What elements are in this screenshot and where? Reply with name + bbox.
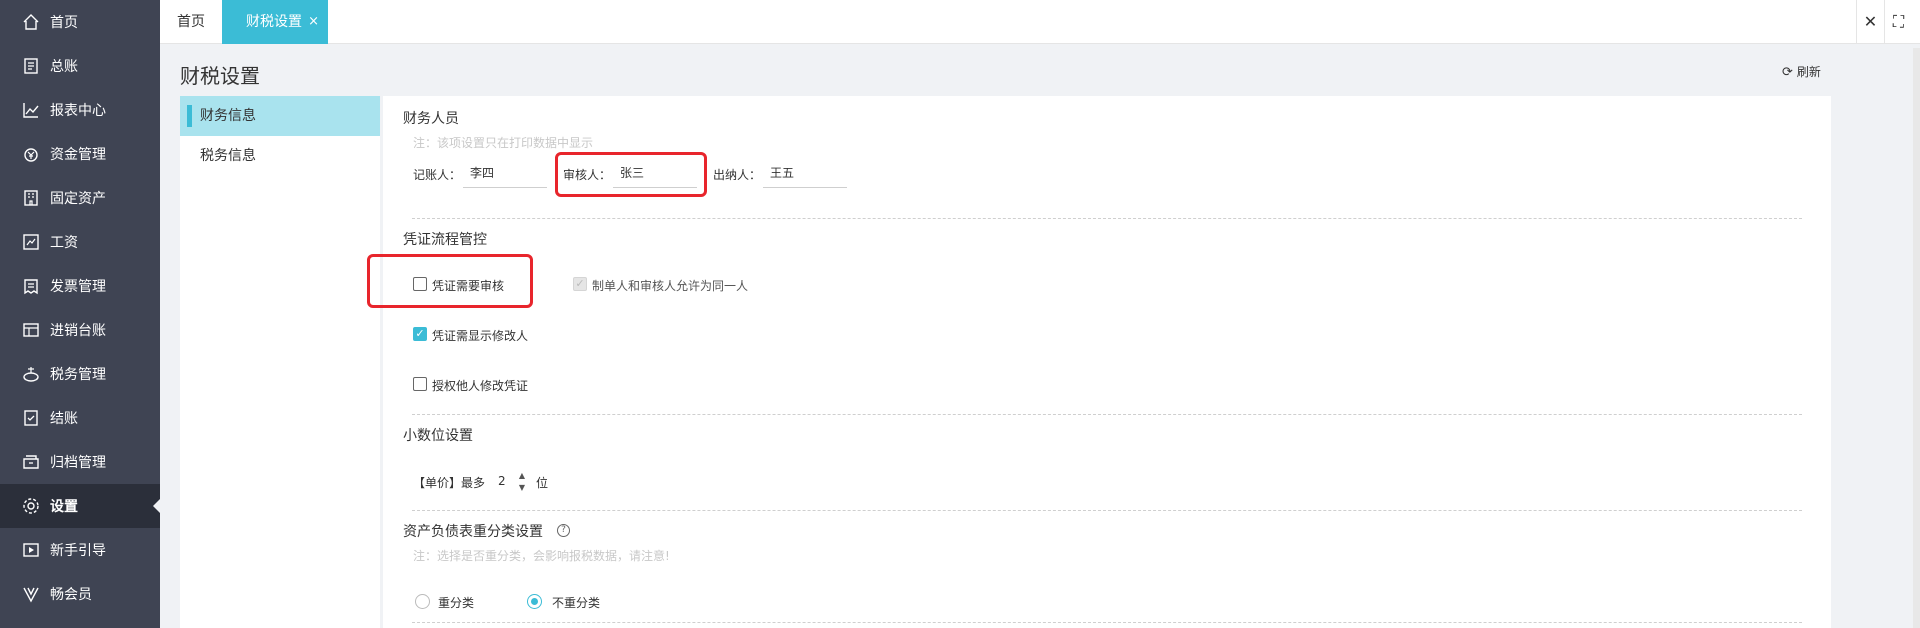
increment-icon[interactable]: ▲: [516, 470, 528, 482]
sidebar-item-label: 资金管理: [50, 147, 106, 163]
decimal-stepper[interactable]: 2 ▲ ▼: [490, 468, 532, 496]
sidebar-item-label: 总账: [50, 59, 78, 75]
tab-label: 财税设置: [246, 14, 302, 30]
no-reclass-radio[interactable]: [527, 594, 542, 609]
sidebar-item-salary[interactable]: 工资: [0, 220, 160, 264]
sidebar-item-funds[interactable]: 资金管理: [0, 132, 160, 176]
settings-subnav: 财务信息 税务信息: [180, 96, 380, 628]
sidebar-item-label: 畅会员: [50, 587, 92, 603]
close-tab-icon[interactable]: ×: [308, 0, 319, 44]
sidebar-item-label: 工资: [50, 235, 78, 251]
sidebar-item-guide[interactable]: 新手引导: [0, 528, 160, 572]
tab-home[interactable]: 首页: [160, 0, 222, 44]
page-title: 财税设置: [180, 64, 260, 88]
sidebar-item-fixed-assets[interactable]: 固定资产: [0, 176, 160, 220]
show-modifier-label: 凭证需显示修改人: [432, 329, 529, 343]
chart-icon: [23, 103, 39, 118]
salary-icon: [23, 234, 39, 250]
sidebar-item-invoices[interactable]: 发票管理: [0, 264, 160, 308]
tax-icon: [23, 367, 39, 382]
show-modifier-checkbox[interactable]: ✓: [413, 327, 427, 341]
reclass-radio-label: 重分类: [438, 596, 475, 610]
no-reclass-radio-label: 不重分类: [552, 596, 601, 610]
sidebar-item-label: 设置: [50, 499, 78, 515]
sidebar-item-home[interactable]: 首页: [0, 0, 160, 44]
decrement-icon[interactable]: ▼: [516, 482, 528, 494]
sidebar-item-label: 发票管理: [50, 279, 106, 295]
voucher-flow-title: 凭证流程管控: [403, 232, 487, 248]
sidebar-item-vip[interactable]: 畅会员: [0, 572, 160, 616]
checkout-icon: [24, 410, 38, 426]
sidebar-item-label: 首页: [50, 15, 78, 31]
decimal-suffix: 位: [536, 476, 549, 490]
bookkeeper-field[interactable]: [463, 158, 547, 188]
fullscreen-icon[interactable]: ⛶: [1884, 0, 1912, 44]
section-divider: [412, 510, 1802, 511]
sidebar-item-settings[interactable]: 设置: [0, 484, 160, 528]
finance-staff-title: 财务人员: [403, 111, 459, 127]
refresh-button[interactable]: ⟳ 刷新: [1782, 63, 1821, 80]
same-person-label: 制单人和审核人允许为同一人: [592, 279, 749, 293]
sidebar-item-label: 归档管理: [50, 455, 106, 471]
decimal-title: 小数位设置: [403, 428, 473, 444]
tab-tax-settings[interactable]: 财税设置 ×: [222, 0, 328, 44]
sidebar-item-label: 新手引导: [50, 543, 106, 559]
vip-icon: [23, 587, 39, 603]
subnav-item-finance-info[interactable]: 财务信息: [180, 96, 380, 136]
bookkeeper-label: 记账人：: [413, 168, 462, 182]
authorize-edit-label: 授权他人修改凭证: [432, 379, 529, 393]
home-icon: [23, 14, 39, 30]
sidebar: 首页 总账 报表中心 资金管理 固定资产 工资 发票管理 进销台账 税务管理 结…: [0, 0, 160, 628]
highlight-box-review: [367, 254, 533, 308]
authorize-edit-checkbox[interactable]: [413, 377, 427, 391]
gear-icon: [23, 498, 39, 514]
subnav-item-tax-info[interactable]: 税务信息: [180, 136, 380, 176]
cashier-label: 出纳人：: [713, 168, 762, 182]
sidebar-item-label: 结账: [50, 411, 78, 427]
same-person-checkbox[interactable]: ✓: [573, 277, 587, 291]
building-icon: [24, 190, 38, 206]
sidebar-item-checkout[interactable]: 结账: [0, 396, 160, 440]
section-divider: [412, 622, 1802, 623]
sidebar-item-archive[interactable]: 归档管理: [0, 440, 160, 484]
section-divider: [412, 414, 1802, 415]
invoice-icon: [24, 279, 38, 295]
sidebar-item-label: 报表中心: [50, 103, 106, 119]
sidebar-item-label: 税务管理: [50, 367, 106, 383]
close-all-icon[interactable]: ✕: [1856, 0, 1884, 44]
sidebar-item-ledger[interactable]: 总账: [0, 44, 160, 88]
sidebar-item-reports[interactable]: 报表中心: [0, 88, 160, 132]
decimal-value: 2: [498, 474, 506, 488]
decimal-prefix: 【单价】最多: [413, 476, 486, 490]
money-icon: [24, 148, 38, 162]
vertical-scrollbar[interactable]: [1913, 48, 1920, 628]
finance-staff-note: 注：该项设置只在打印数据中显示: [413, 136, 594, 150]
highlight-box-reviewer: [555, 152, 707, 197]
refresh-icon: ⟳: [1782, 65, 1793, 80]
archive-icon: [23, 455, 39, 469]
sidebar-item-label: 进销台账: [50, 323, 106, 339]
tab-bar: 首页 财税设置 × ✕ ⛶: [160, 0, 1920, 44]
sidebar-item-label: 固定资产: [50, 191, 106, 207]
help-icon[interactable]: ?: [557, 524, 570, 537]
sidebar-item-inventory[interactable]: 进销台账: [0, 308, 160, 352]
ledger-icon: [24, 58, 38, 74]
inventory-icon: [23, 323, 39, 337]
sidebar-item-tax[interactable]: 税务管理: [0, 352, 160, 396]
reclass-note: 注：选择是否重分类，会影响报税数据，请注意!: [413, 549, 670, 563]
reclass-radio[interactable]: [415, 594, 430, 609]
section-divider: [412, 218, 1802, 219]
refresh-label: 刷新: [1796, 65, 1821, 79]
cashier-field[interactable]: [763, 158, 847, 188]
guide-icon: [23, 543, 39, 557]
reclass-title: 资产负债表重分类设置: [403, 524, 543, 540]
